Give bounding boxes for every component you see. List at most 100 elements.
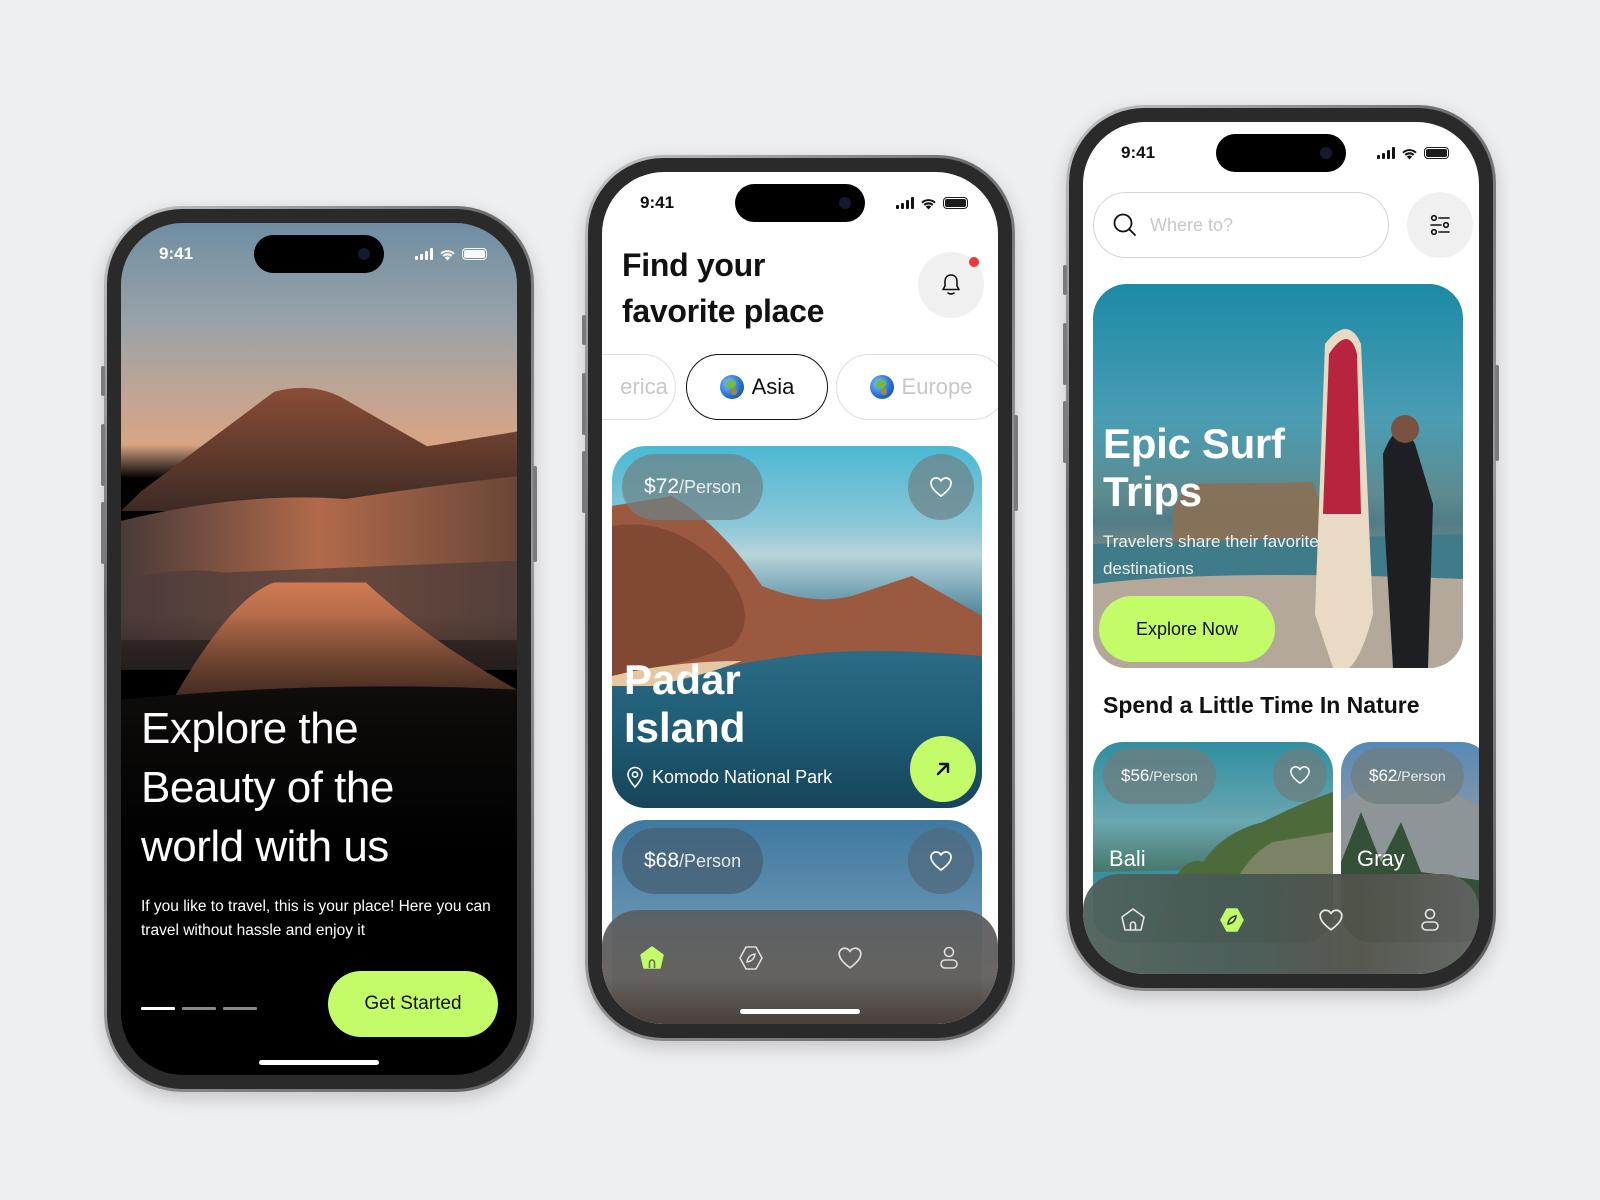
- price-unit: /Person: [679, 476, 742, 497]
- phone-onboarding: 9:41 Explore the Beauty of the world wit…: [101, 206, 537, 1092]
- heart-icon: [930, 851, 952, 871]
- tab-profile[interactable]: [929, 938, 969, 978]
- get-started-button[interactable]: Get Started: [328, 971, 498, 1037]
- price-badge: $72/Person: [622, 454, 764, 520]
- chip-label: erica: [620, 374, 668, 399]
- tab-favorites[interactable]: [1311, 900, 1351, 940]
- page-dot[interactable]: [182, 1007, 216, 1010]
- page-dot[interactable]: [223, 1007, 257, 1010]
- phone-explore: 9:41 Where to? Epic Surf Trips Travelers…: [1063, 105, 1499, 991]
- user-icon: [939, 946, 958, 969]
- status-time: 9:41: [640, 193, 675, 212]
- search-bar[interactable]: [1093, 192, 1389, 258]
- tab-explore[interactable]: [1212, 900, 1252, 940]
- heart-icon: [1290, 766, 1310, 784]
- price-badge: $68/Person: [622, 828, 764, 894]
- power-button: [533, 466, 537, 562]
- page-dot-active[interactable]: [141, 1007, 175, 1010]
- price-unit: /Person: [1149, 768, 1198, 784]
- compass-icon: [1219, 908, 1244, 932]
- price-badge: $62/Person: [1351, 748, 1464, 804]
- favorite-button[interactable]: [1273, 748, 1327, 802]
- price-value: $72: [644, 475, 680, 498]
- place-card[interactable]: $72/Person Padar Island Komodo National …: [612, 446, 982, 808]
- chip-america[interactable]: erica: [602, 354, 676, 420]
- home-indicator[interactable]: [740, 1009, 860, 1014]
- power-button: [1014, 415, 1018, 511]
- pagination-indicator: [141, 1007, 257, 1010]
- action-button: [582, 315, 586, 345]
- power-button: [1495, 365, 1499, 461]
- heart-icon: [1318, 909, 1343, 931]
- explore-now-button[interactable]: Explore Now: [1099, 596, 1275, 662]
- open-place-button[interactable]: [910, 736, 976, 802]
- heart-icon: [930, 477, 952, 497]
- user-icon: [1420, 908, 1439, 931]
- globe-europe-icon: [869, 375, 894, 399]
- home-icon: [1120, 908, 1145, 931]
- filter-button[interactable]: [1407, 192, 1473, 258]
- volume-up-button: [582, 373, 586, 435]
- chip-label: Asia: [751, 374, 795, 399]
- section-title: Spend a Little Time In Nature: [1103, 692, 1420, 718]
- place-location: Komodo National Park: [626, 766, 832, 788]
- globe-asia-icon: [719, 375, 744, 399]
- volume-up-button: [1063, 323, 1067, 385]
- price-unit: /Person: [679, 850, 742, 871]
- status-time: 9:41: [159, 244, 194, 263]
- location-label: Komodo National Park: [652, 766, 833, 787]
- sliders-icon: [1430, 214, 1450, 236]
- tab-favorites[interactable]: [830, 938, 870, 978]
- action-button: [1063, 265, 1067, 295]
- signal-icon: [896, 197, 914, 209]
- onboarding-title: Explore the Beauty of the world with us: [141, 704, 394, 871]
- wifi-icon: [921, 198, 936, 209]
- destination-name: Gray: [1357, 846, 1405, 871]
- tab-profile[interactable]: [1410, 900, 1450, 940]
- banner-subtitle: Travelers share their favorite destinati…: [1103, 532, 1319, 578]
- favorite-button[interactable]: [908, 828, 974, 894]
- price-value: $56: [1121, 766, 1150, 785]
- chip-europe[interactable]: Europe: [836, 354, 998, 420]
- search-icon: [1113, 213, 1136, 236]
- home-indicator[interactable]: [259, 1060, 379, 1065]
- battery-icon: [943, 197, 968, 209]
- battery-icon: [462, 248, 487, 260]
- bottom-tab-bar: [602, 910, 998, 1024]
- arrow-up-right-icon: [936, 762, 950, 776]
- price-value: $68: [644, 849, 680, 872]
- wifi-icon: [1402, 148, 1417, 159]
- compass-icon: [738, 946, 763, 970]
- notifications-button[interactable]: [918, 252, 984, 318]
- favorite-button[interactable]: [908, 454, 974, 520]
- region-filter-chips: erica Asia Europe: [602, 354, 998, 422]
- action-button: [101, 366, 105, 396]
- onboarding-subtitle: If you like to travel, this is your plac…: [141, 898, 491, 939]
- tab-home[interactable]: [632, 938, 672, 978]
- bell-icon: [942, 274, 960, 295]
- tab-explore[interactable]: [731, 938, 771, 978]
- signal-icon: [1377, 147, 1395, 159]
- onboarding-screen: 9:41 Explore the Beauty of the world wit…: [121, 223, 517, 1075]
- phone-home: 9:41 Find your favorite place erica Asia…: [582, 155, 1018, 1041]
- status-time: 9:41: [1121, 143, 1156, 162]
- featured-banner[interactable]: Epic Surf Trips Travelers share their fa…: [1093, 284, 1463, 668]
- chip-asia[interactable]: Asia: [686, 354, 828, 420]
- search-input[interactable]: [1150, 214, 1350, 236]
- bottom-tab-bar: [1083, 874, 1479, 974]
- battery-icon: [1424, 147, 1449, 159]
- banner-title: Epic Surf Trips: [1103, 420, 1285, 515]
- destination-name: Bali: [1109, 846, 1146, 871]
- dynamic-island: [254, 235, 384, 273]
- price-badge: $56/Person: [1103, 748, 1216, 804]
- signal-icon: [415, 248, 433, 260]
- volume-down-button: [582, 451, 586, 513]
- tab-home[interactable]: [1113, 900, 1153, 940]
- volume-down-button: [101, 502, 105, 564]
- heart-icon: [837, 947, 862, 969]
- volume-up-button: [101, 424, 105, 486]
- location-pin-icon: [627, 766, 643, 788]
- price-value: $62: [1369, 766, 1398, 785]
- home-screen: 9:41 Find your favorite place erica Asia…: [602, 172, 998, 1024]
- explore-screen: 9:41 Where to? Epic Surf Trips Travelers…: [1083, 122, 1479, 974]
